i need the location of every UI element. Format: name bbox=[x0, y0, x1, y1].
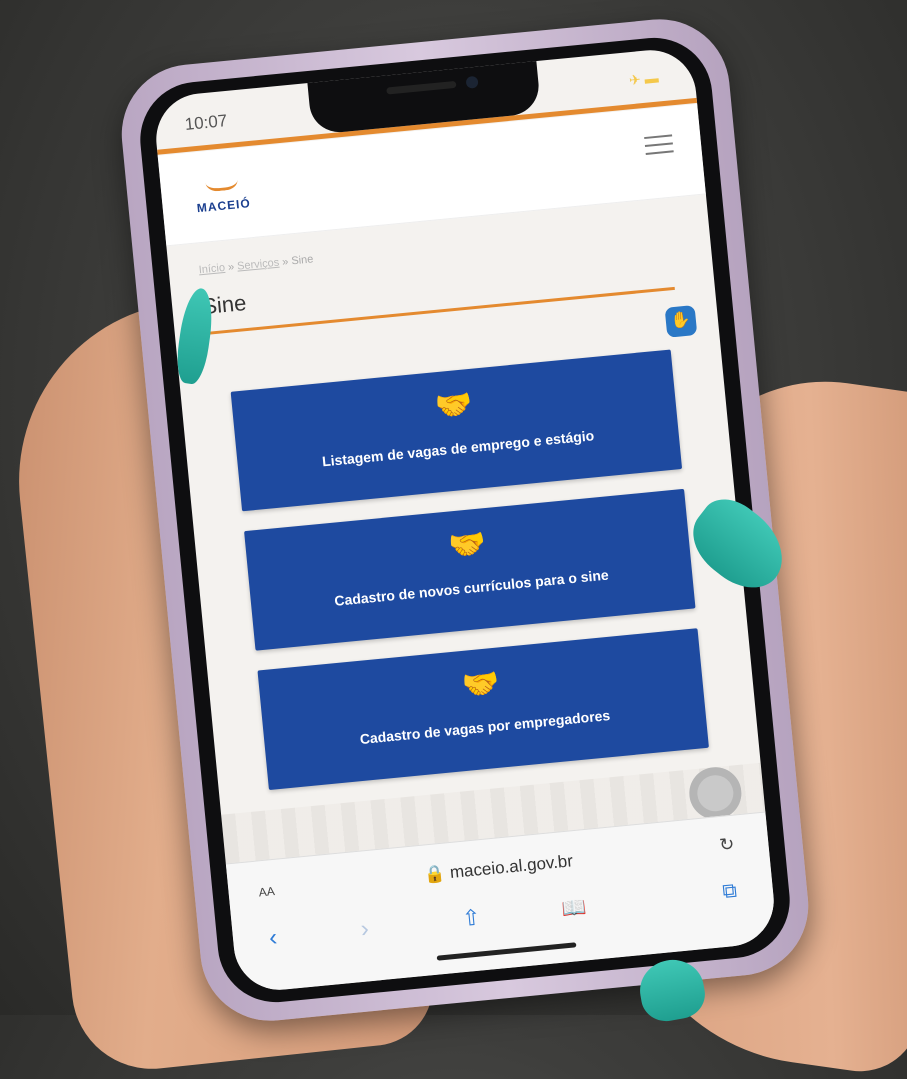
status-time: 10:07 bbox=[183, 111, 229, 134]
phone-screen: 10:07 ✈ ▬ MACEIÓ Início » Serviços » Sin… bbox=[152, 46, 778, 994]
resume-registration-button[interactable]: 🤝 Cadastro de novos currículos para o si… bbox=[244, 488, 696, 651]
title-underline bbox=[204, 286, 675, 336]
employer-vacancy-button[interactable]: 🤝 Cadastro de vagas por empregadores bbox=[257, 628, 709, 791]
home-indicator bbox=[436, 942, 577, 961]
job-listings-button[interactable]: 🤝 Listagem de vagas de emprego e estágio bbox=[230, 349, 683, 512]
logo-text: MACEIÓ bbox=[196, 196, 252, 216]
share-icon[interactable]: ⇧ bbox=[461, 904, 482, 932]
breadcrumb-current: Sine bbox=[290, 253, 314, 268]
hamburger-icon-line bbox=[644, 134, 673, 140]
reload-icon[interactable]: ↻ bbox=[718, 834, 735, 856]
logo-mark-icon bbox=[204, 166, 239, 193]
speaker bbox=[386, 80, 457, 95]
bookmarks-icon[interactable]: 📖 bbox=[561, 894, 588, 921]
breadcrumb: Início » Serviços » Sine bbox=[198, 253, 314, 276]
hamburger-menu-button[interactable] bbox=[644, 134, 674, 159]
maceio-logo[interactable]: MACEIÓ bbox=[185, 164, 260, 226]
forward-icon[interactable]: › bbox=[359, 915, 370, 944]
breadcrumb-home-link[interactable]: Início bbox=[198, 262, 225, 276]
front-camera bbox=[465, 75, 479, 89]
accessibility-hand-icon[interactable]: ✋ bbox=[664, 305, 698, 338]
hamburger-icon-line bbox=[645, 150, 674, 155]
breadcrumb-separator: » bbox=[227, 260, 235, 274]
breadcrumb-separator: » bbox=[281, 255, 289, 269]
hamburger-icon-line bbox=[644, 142, 673, 148]
breadcrumb-services-link[interactable]: Serviços bbox=[237, 257, 280, 273]
tabs-icon[interactable]: ⧉ bbox=[722, 880, 738, 904]
airplane-battery-icon: ✈ ▬ bbox=[628, 69, 660, 89]
back-icon[interactable]: ‹ bbox=[268, 924, 279, 953]
